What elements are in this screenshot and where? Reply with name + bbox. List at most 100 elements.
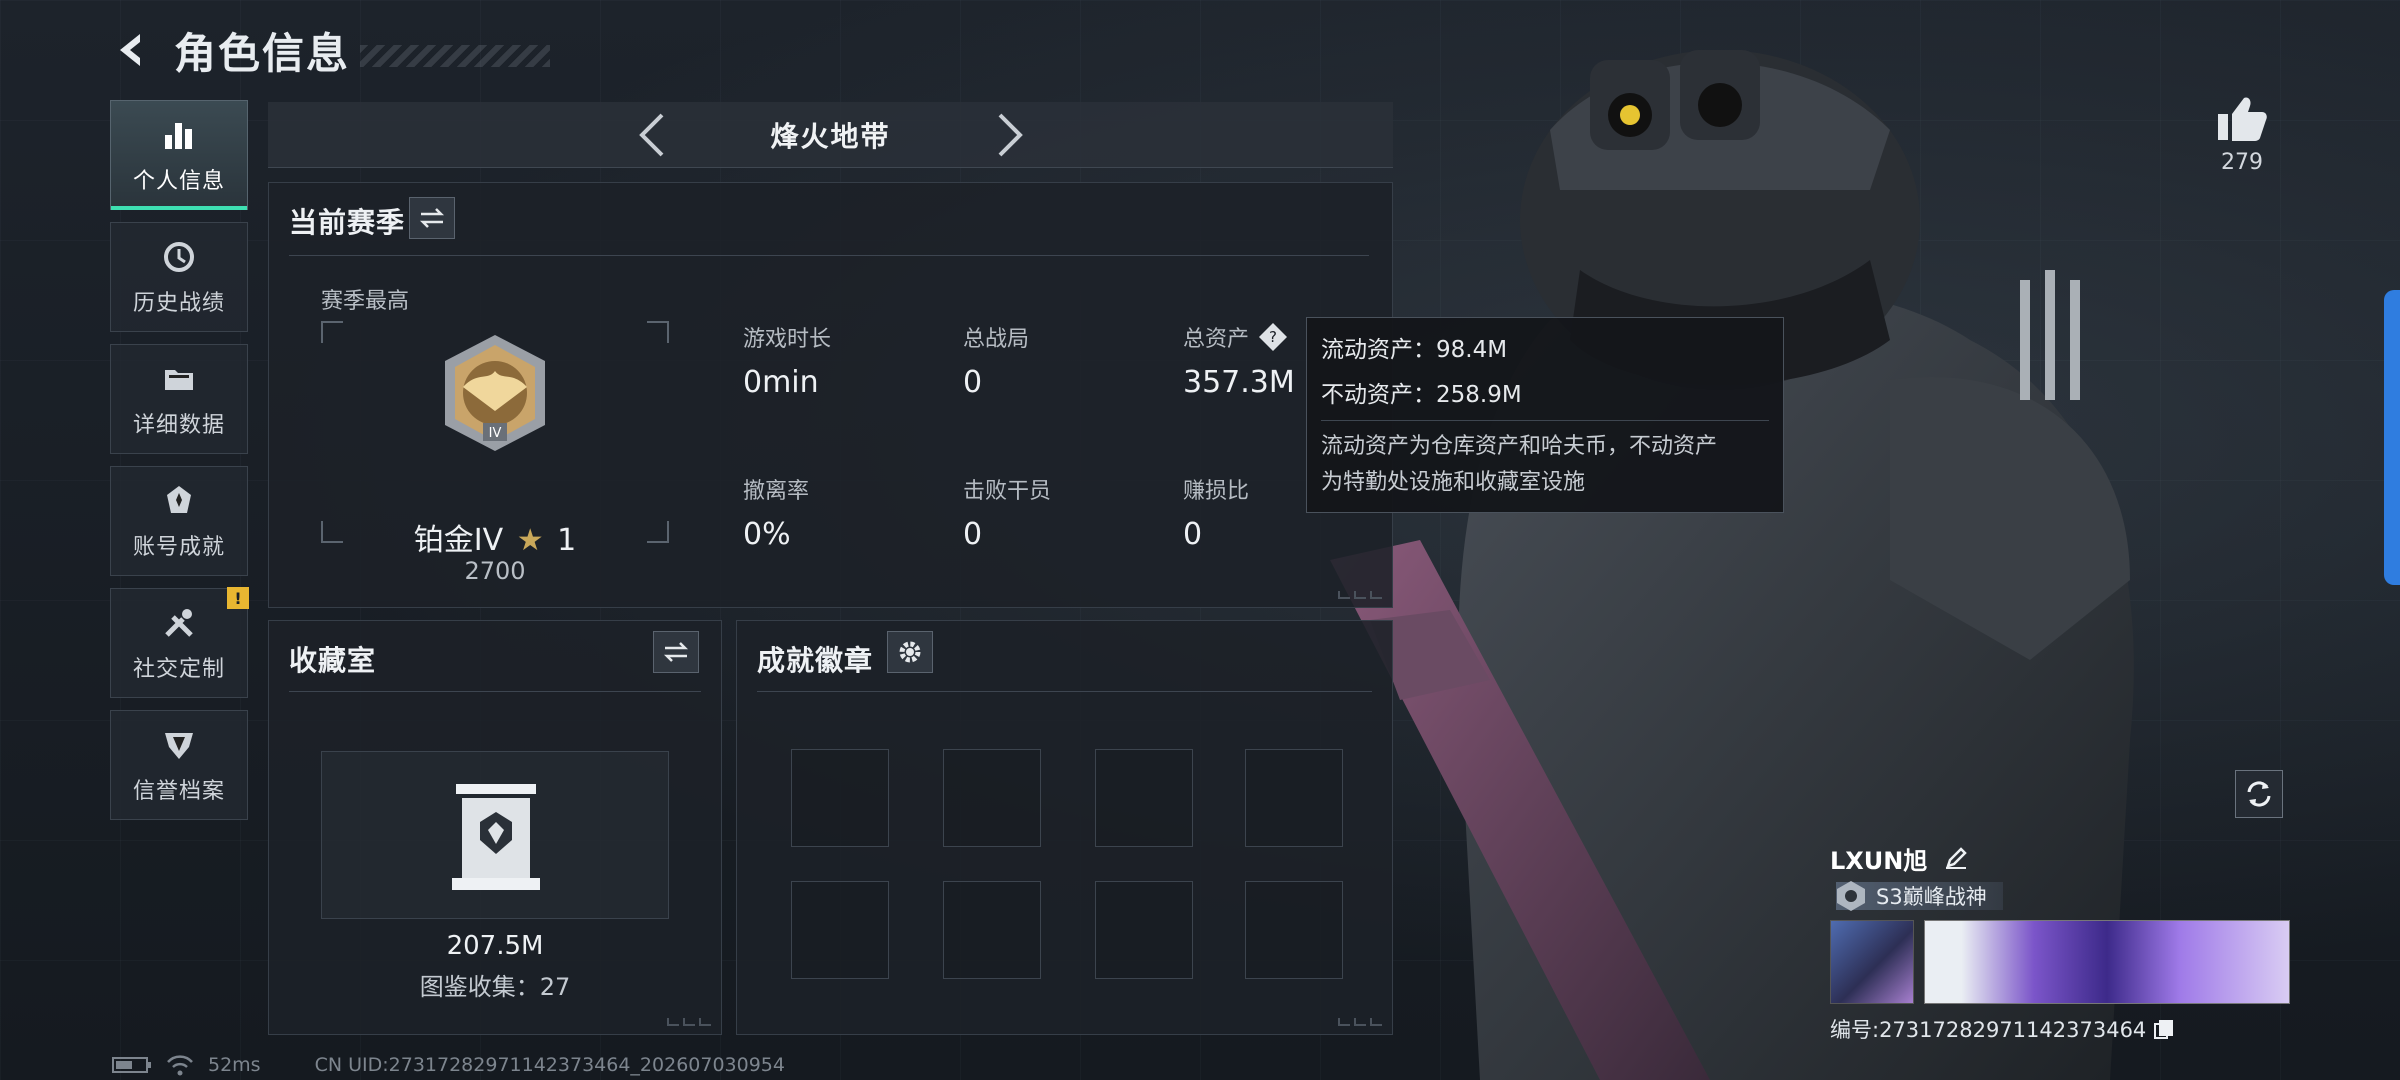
help-icon[interactable]: ?	[1257, 321, 1289, 353]
divider	[1321, 420, 1769, 421]
sidebar-item-social-custom[interactable]: 社交定制 !	[110, 587, 249, 698]
stat-label: 击败干员	[963, 479, 1052, 504]
swap-button[interactable]	[409, 197, 455, 239]
stat-label: 游戏时长	[743, 327, 832, 352]
stat-total-assets: 总资产 ? 357.3M	[1183, 321, 1295, 400]
stat-value: 357.3M	[1183, 365, 1295, 400]
badge-slot[interactable]	[1095, 749, 1193, 847]
sidebar-item-label: 历史战绩	[132, 291, 225, 316]
copy-icon[interactable]	[2152, 1017, 2176, 1041]
asset-tooltip: 流动资产：98.4M 不动资产：258.9M 流动资产为仓库资产和哈夫币，不动资…	[1306, 317, 1784, 513]
stat-total-matches: 总战局 0	[963, 321, 1029, 400]
medal-icon	[159, 481, 199, 521]
badge-slot[interactable]	[1245, 881, 1343, 979]
display-case-icon	[452, 784, 540, 890]
rank-emblem-icon: IV	[445, 335, 545, 451]
stat-play-time: 游戏时长 0min	[743, 321, 831, 400]
badge-slot[interactable]	[943, 881, 1041, 979]
stat-value: 0	[963, 365, 983, 400]
settings-button[interactable]	[887, 631, 933, 673]
battery-icon	[112, 1056, 152, 1074]
badge-slot[interactable]	[1095, 881, 1193, 979]
corner-decoration	[667, 1018, 711, 1026]
page-header: 角色信息	[110, 18, 551, 82]
player-id: 编号:27317282971142373464	[1830, 1018, 2147, 1042]
wifi-icon	[166, 1054, 194, 1076]
title-badge-icon	[1837, 881, 1865, 911]
account-uid: CN UID:27317282971142373464_202607030954	[314, 1054, 785, 1076]
rank-emblem-label: IV	[489, 426, 502, 441]
rank-score: 2700	[464, 557, 526, 585]
badge-slot[interactable]	[791, 881, 889, 979]
panel-title: 当前赛季	[289, 206, 406, 239]
sidebar-item-detailed-data[interactable]: 详细数据	[110, 344, 248, 454]
stat-value: 0min	[743, 365, 819, 400]
rank-stars: 1	[557, 523, 577, 558]
sidebar-item-achievements[interactable]: 账号成就	[110, 466, 248, 576]
divider	[289, 255, 1369, 256]
panel-title: 成就徽章	[757, 644, 874, 677]
sidebar-item-personal-info[interactable]: 个人信息	[110, 100, 248, 210]
like-button[interactable]: 279	[2210, 94, 2274, 175]
season-best-label: 赛季最高	[321, 289, 410, 314]
badge-slot[interactable]	[943, 749, 1041, 847]
collection-value: 207.5M	[446, 931, 544, 961]
achievement-badges-panel: 成就徽章	[736, 620, 1393, 1035]
badge-slot[interactable]	[1245, 749, 1343, 847]
tooltip-description-line: 为特勤处设施和收藏室设施	[1321, 470, 1586, 495]
sidebar-item-reputation[interactable]: 信誉档案	[110, 710, 248, 820]
star-icon: ★	[516, 523, 544, 558]
stat-value: 0	[1183, 517, 1203, 552]
avatar[interactable]	[1830, 920, 1914, 1004]
refresh-icon	[2247, 781, 2271, 807]
mode-label: 烽火地带	[770, 119, 891, 153]
collection-room-panel: 收藏室 207.5M 图鉴收集：27	[268, 620, 722, 1035]
player-card: LXUN旭 S3巅峰战神 编号:27317282971142373464	[1830, 840, 2290, 1042]
panel-title: 收藏室	[289, 644, 377, 677]
chevron-left-icon[interactable]	[621, 105, 681, 165]
ping-value: 52ms	[208, 1054, 261, 1076]
collection-display[interactable]	[321, 751, 669, 919]
sidebar-item-history[interactable]: 历史战绩	[110, 222, 248, 332]
notification-badge: !	[227, 587, 249, 609]
tools-icon	[159, 603, 199, 643]
stat-value: 0	[963, 517, 983, 552]
stat-label: 总战局	[963, 327, 1030, 352]
bar-chart-icon	[159, 115, 199, 155]
stat-profit-loss-ratio: 赚损比 0	[1183, 473, 1249, 552]
sidebar-item-label: 账号成就	[132, 535, 225, 560]
stat-value: 0%	[743, 517, 791, 552]
collection-count: 图鉴收集：27	[419, 973, 571, 1001]
divider	[757, 691, 1372, 692]
chevron-right-icon[interactable]	[981, 105, 1041, 165]
corner-decoration	[1338, 1018, 1382, 1026]
current-season-panel: 当前赛季 赛季最高 IV 铂金IV ★ 1 2700 游戏时长 0min 总战局…	[268, 182, 1393, 608]
rank-frame: IV	[321, 321, 669, 543]
profile-banner[interactable]	[1924, 920, 2290, 1004]
page-title: 角色信息	[174, 28, 351, 78]
sidebar-item-label: 社交定制	[132, 657, 225, 682]
badge-slot[interactable]	[791, 749, 889, 847]
stat-extraction-rate: 撤离率 0%	[743, 473, 809, 552]
status-bar: 52ms CN UID:27317282971142373464_2026070…	[112, 1054, 799, 1076]
stat-label: 赚损比	[1183, 479, 1250, 504]
swap-button[interactable]	[653, 631, 699, 673]
stat-label: 撤离率	[743, 479, 810, 504]
edit-pencil-icon[interactable]	[1941, 843, 1971, 873]
sidebar: 个人信息 历史战绩 详细数据 账号成就 社交定制 ! 信誉档案	[110, 100, 250, 832]
title-decoration	[360, 45, 551, 67]
sidebar-item-label: 详细数据	[132, 413, 225, 438]
mode-selector: 烽火地带	[268, 102, 1393, 168]
rotate-view-button[interactable]	[2235, 770, 2283, 818]
folder-icon	[159, 359, 199, 399]
like-count: 279	[2221, 150, 2263, 175]
divider	[289, 691, 701, 692]
stat-label: 总资产 ?	[1183, 321, 1295, 353]
side-drawer-tab[interactable]	[2384, 290, 2400, 585]
history-clock-icon	[159, 237, 199, 277]
back-arrow-icon[interactable]	[110, 28, 154, 72]
fixed-assets-text: 不动资产：258.9M	[1321, 382, 1522, 408]
shield-icon	[159, 725, 199, 765]
stat-operators-defeated: 击败干员 0	[963, 473, 1051, 552]
sidebar-item-label: 个人信息	[132, 169, 225, 194]
